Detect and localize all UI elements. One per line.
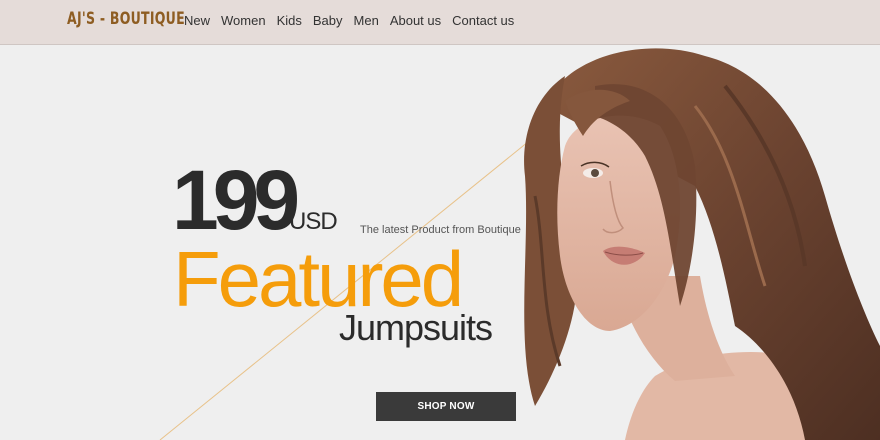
nav-link-men[interactable]: Men [354,13,379,28]
nav-link-baby[interactable]: Baby [313,13,343,28]
nav-link-contact[interactable]: Contact us [452,13,514,28]
navbar: AJ'S - BOUTIQUE New Women Kids Baby Men … [0,0,880,45]
price-currency: USD [289,208,338,235]
brand-logo[interactable]: AJ'S - BOUTIQUE [67,9,185,29]
shop-now-button[interactable]: SHOP NOW [376,392,516,421]
nav-link-kids[interactable]: Kids [277,13,302,28]
nav-link-about[interactable]: About us [390,13,441,28]
nav-link-new[interactable]: New [184,13,210,28]
product-name: Jumpsuits [339,307,493,348]
nav-link-women[interactable]: Women [221,13,266,28]
woman-portrait-image [524,48,880,440]
main-nav: New Women Kids Baby Men About us Contact… [184,13,525,28]
price-amount: 199 [172,153,300,247]
hero-banner: 199 USD The latest Product from Boutique… [0,46,880,440]
